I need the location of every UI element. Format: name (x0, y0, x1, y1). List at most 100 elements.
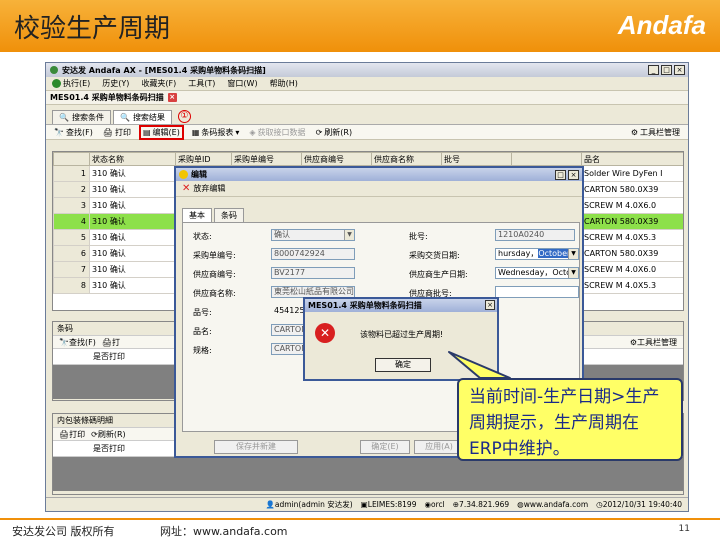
col-status[interactable]: 状态名称 (89, 152, 176, 166)
barcode-find-button[interactable]: 🔭查找(F) (59, 337, 96, 348)
barcode-report-button[interactable]: ▦ 条码报表 ▾ (190, 127, 242, 138)
callout-note: 当前时间-生产日期>生产周期提示，生产周期在ERP中维护。 (457, 378, 683, 461)
confirm-button[interactable]: 确定(E) (360, 440, 410, 454)
dialog-close-button[interactable]: × (568, 170, 579, 180)
find-button[interactable]: 🔭 查找(F) (52, 127, 95, 138)
document-tab-label: MES01.4 采购单物料条码扫描 (50, 93, 164, 102)
document-tab[interactable]: MES01.4 采购单物料条码扫描 × (46, 91, 688, 105)
maximize-button[interactable]: □ (661, 65, 672, 75)
dialog-maximize-button[interactable]: □ (555, 170, 566, 180)
printer-icon: 🖨 (101, 337, 112, 347)
mfg-date-picker[interactable]: Wednesday，Octobe ▼ (495, 267, 579, 279)
status-db: ◉orcl (424, 500, 445, 509)
ok-button[interactable]: 确定 (375, 358, 431, 372)
discard-icon: ✕ (182, 183, 191, 194)
menu-help[interactable]: 帮助(H) (270, 78, 298, 89)
gear-icon: ⚙ (630, 127, 638, 137)
main-toolbar: 🔭 查找(F) 🖨 打印 ▤ 编辑(E) ▦ 条码报表 ▾ ◈ 获取接口数据 ⟳ 刷新(R) … (46, 124, 688, 140)
results-icon: 🔍 (119, 113, 130, 122)
col-vendor-name[interactable]: 供应商名称 (371, 152, 442, 166)
col-po-no[interactable]: 采购单编号 (231, 152, 302, 166)
inner-refresh-button[interactable]: ⟳刷新(R) (91, 429, 126, 440)
binoculars-icon: 🔭 (54, 127, 64, 137)
status-user: 👤admin(admin 安达发) (265, 500, 353, 509)
close-document-icon[interactable]: × (167, 93, 177, 102)
item-name-label: 品名: (193, 327, 212, 336)
toolbar-manager-button[interactable]: ⚙ 工具栏管理 (629, 127, 682, 138)
printer-icon: 🖨 (59, 429, 70, 439)
menu-history[interactable]: 历史(Y) (102, 78, 129, 89)
tab-barcode[interactable]: 条码 (214, 208, 244, 222)
slide-title: 校验生产周期 (14, 14, 171, 44)
edit-icon: ▤ (142, 127, 151, 137)
refresh-icon: ⟳ (315, 127, 323, 137)
error-icon: ✕ (315, 323, 335, 343)
app-title: 安达发 Andafa AX - [MES01.4 采购单物料条码扫描] (62, 65, 266, 75)
col-item-name[interactable]: 品名 (581, 152, 683, 166)
user-icon: 👤 (265, 500, 275, 509)
barcode-toolbar-manager[interactable]: ⚙工具栏管理 (630, 337, 677, 348)
plugin-icon: ◈ (249, 127, 256, 137)
alert-message: 该物料已超过生产周期! (360, 330, 444, 339)
info-icon (179, 170, 188, 179)
copyright: 安达发公司 版权所有 (12, 525, 115, 538)
status-select[interactable]: 确认 ▼ (271, 229, 355, 241)
po-no-field[interactable]: 8000742924 (271, 248, 355, 260)
server-icon: ▣ (360, 500, 368, 509)
inner-print-button[interactable]: 🖨打印 (59, 429, 85, 440)
item-no-label: 品号: (193, 308, 212, 317)
vendor-no-label: 供应商编号: (193, 270, 236, 279)
minimize-button[interactable]: _ (648, 65, 659, 75)
lot-field[interactable]: 1210A0240 (495, 229, 575, 241)
menubar: 执行(E) 历史(Y) 收藏夹(F) 工具(T) 窗口(W) 帮助(H) (46, 77, 688, 91)
get-interface-data-button[interactable]: ◈ 获取接口数据 (247, 127, 307, 138)
status-ip: ⊕7.34.821.969 (452, 500, 510, 509)
website: 网址：www.andafa.com (160, 525, 288, 538)
col-vendor-no[interactable]: 供应商编号 (301, 152, 372, 166)
menu-execute[interactable]: 执行(E) (52, 78, 90, 89)
po-no-label: 采购单编号: (193, 251, 236, 260)
status-label: 状态: (193, 232, 212, 241)
menu-window[interactable]: 窗口(W) (227, 78, 257, 89)
chevron-down-icon: ▾ (235, 127, 240, 137)
grid-header-row: 状态名称 采购单ID 采购单编号 供应商编号 供应商名称 批号 品名 (53, 152, 683, 166)
dialog-window-controls: □ × (555, 170, 579, 180)
refresh-icon: ⟳ (91, 429, 98, 439)
delivery-date-picker[interactable]: hursday，October ▼ (495, 248, 579, 260)
status-web: ◍www.andafa.com (517, 500, 589, 509)
run-icon (52, 79, 61, 88)
refresh-button[interactable]: ⟳ 刷新(R) (314, 127, 355, 138)
lot-label: 批号: (409, 232, 428, 241)
spec-label: 规格: (193, 346, 212, 355)
page-number: 11 (678, 524, 690, 534)
status-server: ▣LEIMES:8199 (360, 500, 417, 509)
status-bar: 👤admin(admin 安达发) ▣LEIMES:8199 ◉orcl ⊕7.… (46, 497, 688, 511)
binoculars-icon: 🔭 (59, 337, 69, 347)
col-lot[interactable]: 批号 (441, 152, 512, 166)
chevron-down-icon: ▼ (568, 249, 578, 259)
discard-edit-button[interactable]: ✕ 放弃编辑 (176, 181, 582, 197)
vendor-lot-input[interactable] (495, 286, 579, 298)
tab-search-results[interactable]: 🔍 搜索结果 (112, 110, 172, 124)
print-button[interactable]: 🖨 打印 (101, 127, 133, 138)
vendor-no-field[interactable]: BV2177 (271, 267, 355, 279)
sub-tabs: 🔍 搜索条件 🔍 搜索结果 ① (46, 109, 688, 124)
edit-button[interactable]: ▤ 编辑(E) (138, 124, 184, 140)
alert-close-button[interactable]: × (485, 300, 495, 310)
col-rownum (53, 152, 90, 166)
step-marker: ① (177, 110, 191, 123)
col-blank[interactable] (511, 152, 582, 166)
gear-icon: ⚙ (629, 337, 637, 347)
tab-search-criteria[interactable]: 🔍 搜索条件 (52, 110, 111, 124)
footer-divider (0, 518, 720, 520)
menu-favorites[interactable]: 收藏夹(F) (141, 78, 176, 89)
delivery-date-label: 采购交货日期: (409, 251, 460, 260)
barcode-print-button[interactable]: 🖨打 (102, 337, 120, 348)
close-button[interactable]: × (674, 65, 685, 75)
save-and-new-button[interactable]: 保存并新建 (214, 440, 298, 454)
tab-basic[interactable]: 基本 (182, 208, 212, 222)
app-titlebar: 安达发 Andafa AX - [MES01.4 采购单物料条码扫描] (46, 63, 688, 77)
menu-tools[interactable]: 工具(T) (188, 78, 215, 89)
col-po-id[interactable]: 采购单ID (175, 152, 232, 166)
alert-title: MES01.4 采购单物料条码扫描 (305, 299, 497, 312)
